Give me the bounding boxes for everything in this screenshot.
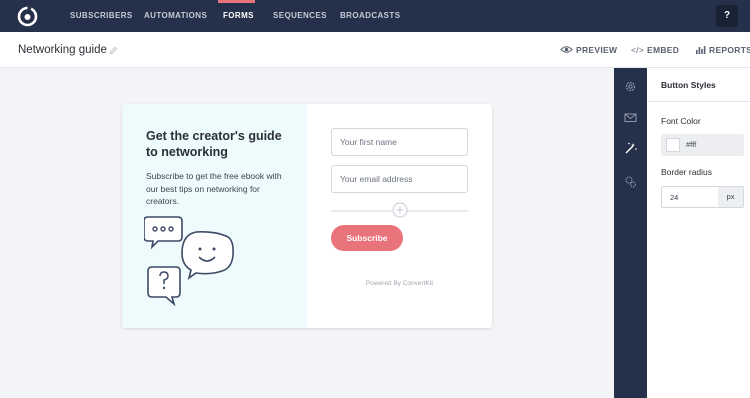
first-name-input[interactable]: Your first name xyxy=(331,128,468,156)
top-nav: SUBSCRIBERS AUTOMATIONS FORMS SEQUENCES … xyxy=(0,0,750,32)
reports-button[interactable]: REPORTS xyxy=(709,45,750,55)
gear-icon[interactable] xyxy=(624,80,637,93)
subscribe-button[interactable]: Subscribe xyxy=(331,225,403,251)
page-header: Networking guide PREVIEW </> EMBED REPOR… xyxy=(0,32,750,68)
email-input[interactable]: Your email address xyxy=(331,165,468,193)
panel-title: Button Styles xyxy=(661,80,716,90)
button-styles-panel: Button Styles Font Color #fff Border rad… xyxy=(647,68,750,398)
page-title: Networking guide xyxy=(18,44,107,56)
nav-item-sequences[interactable]: SEQUENCES xyxy=(273,11,327,20)
active-nav-indicator xyxy=(218,0,255,3)
font-color-value: #fff xyxy=(686,140,697,149)
form-heading[interactable]: Get the creator's guide to networking xyxy=(146,128,296,160)
form-intro-panel: Get the creator's guide to networking Su… xyxy=(122,104,307,328)
powered-by-text: Powered By ConvertKit xyxy=(365,280,434,287)
nav-item-forms[interactable]: FORMS xyxy=(223,11,254,20)
form-description[interactable]: Subscribe to get the free ebook with our… xyxy=(146,170,286,208)
font-color-label: Font Color xyxy=(661,116,701,126)
embed-button[interactable]: EMBED xyxy=(647,45,679,55)
settings-icon-rail xyxy=(614,68,647,398)
font-color-field[interactable]: #fff xyxy=(661,134,744,156)
panel-divider xyxy=(647,101,750,102)
nav-item-automations[interactable]: AUTOMATIONS xyxy=(144,11,207,20)
nav-item-subscribers[interactable]: SUBSCRIBERS xyxy=(70,11,133,20)
border-radius-label: Border radius xyxy=(661,167,713,177)
border-radius-value: 24 xyxy=(670,193,679,202)
border-radius-input[interactable]: 24 px xyxy=(661,186,744,208)
magic-wand-icon[interactable] xyxy=(624,142,637,155)
color-swatch[interactable] xyxy=(666,138,680,152)
help-button[interactable]: ? xyxy=(716,5,738,27)
code-icon: </> xyxy=(631,45,645,55)
preview-button[interactable]: PREVIEW xyxy=(576,45,617,55)
form-preview-card: Get the creator's guide to networking Su… xyxy=(122,104,492,328)
convertkit-logo-icon[interactable] xyxy=(17,6,38,27)
border-radius-unit: px xyxy=(718,187,743,207)
eye-icon xyxy=(560,46,573,53)
nav-item-broadcasts[interactable]: BROADCASTS xyxy=(340,11,400,20)
chat-bubbles-illustration[interactable] xyxy=(144,215,239,307)
add-field-plus-icon[interactable] xyxy=(392,202,408,218)
bar-chart-icon xyxy=(696,46,706,54)
pencil-icon[interactable] xyxy=(109,46,118,55)
envelope-icon[interactable] xyxy=(624,111,637,124)
gears-icon[interactable] xyxy=(624,175,637,188)
